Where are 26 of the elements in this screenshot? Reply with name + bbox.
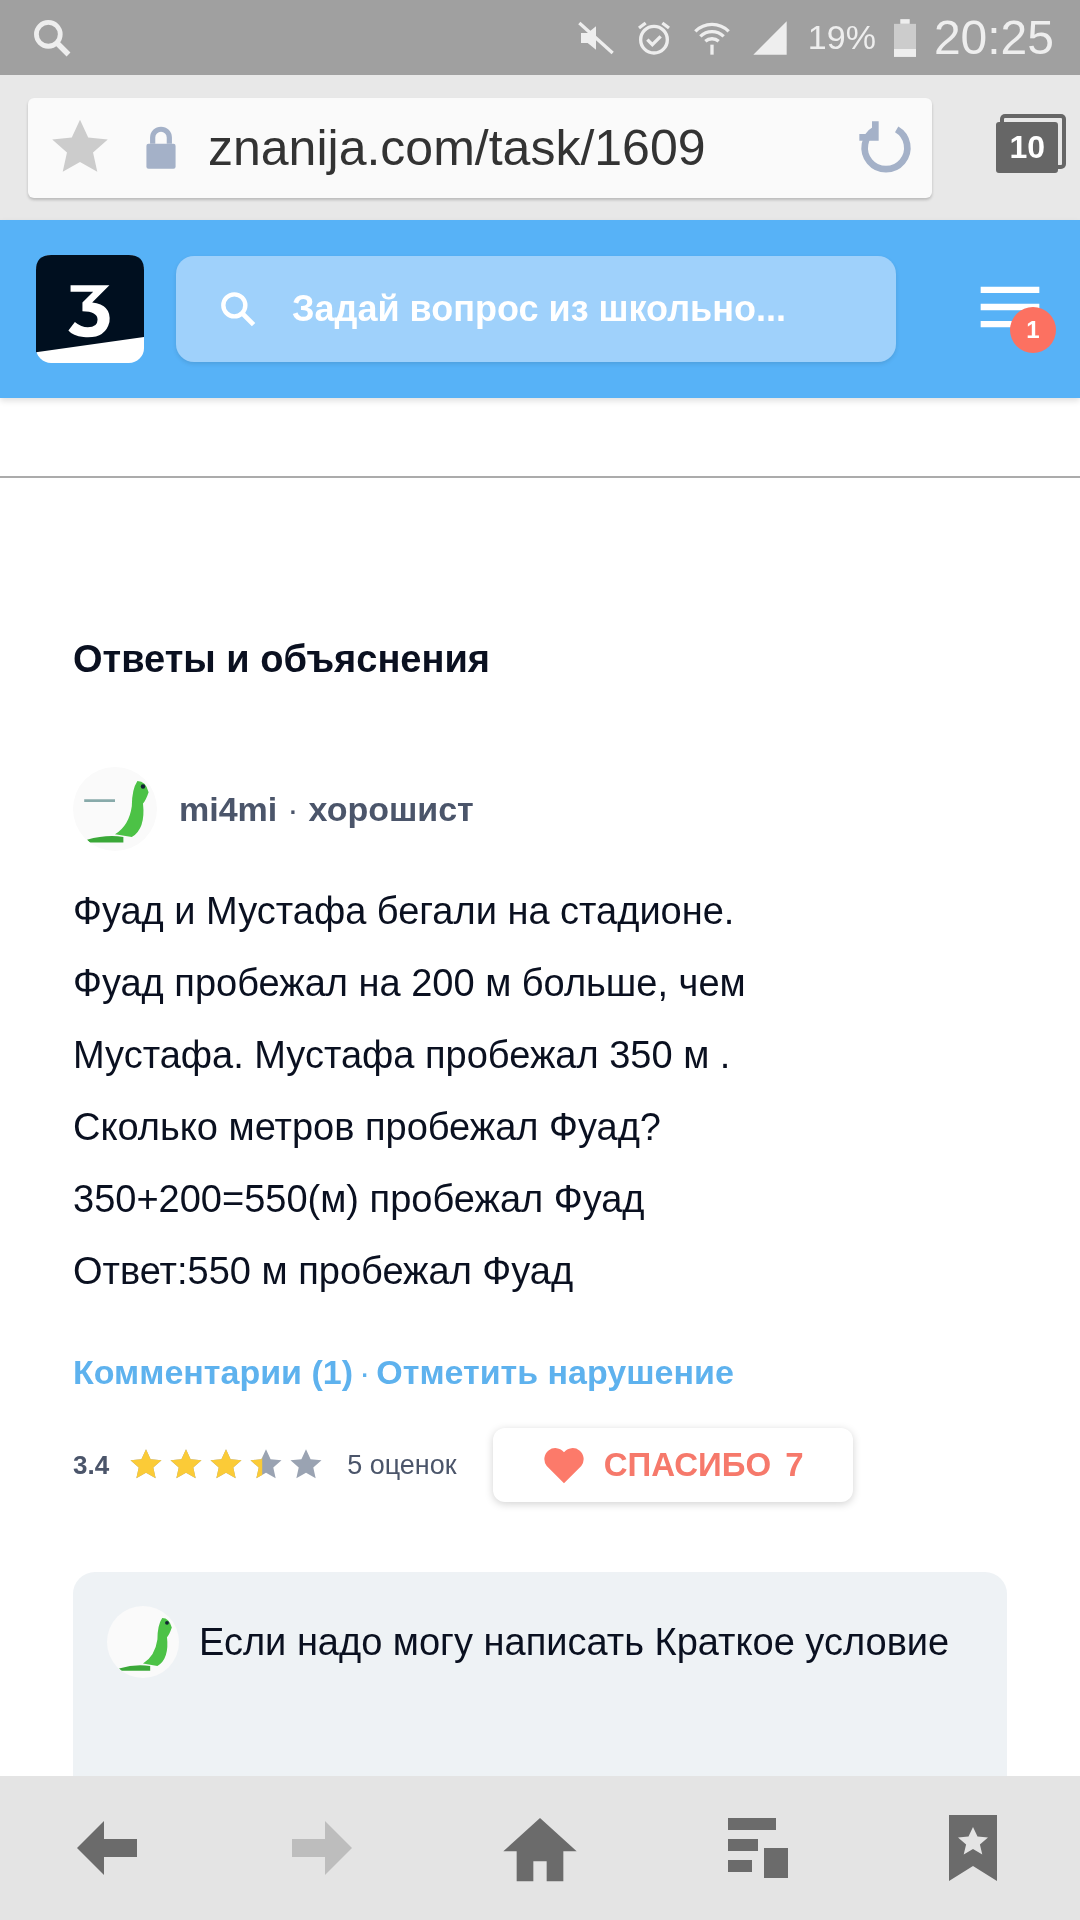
report-link[interactable]: Отметить нарушение <box>376 1353 734 1392</box>
comments-link[interactable]: Комментарии (1) <box>73 1353 353 1392</box>
url-text: znanija.com/task/1609 <box>208 118 707 177</box>
separator: · <box>287 789 299 829</box>
ratings-count: 5 оценок <box>347 1449 457 1481</box>
answer-text: Фуад и Мустафа бегали на стадионе. <box>73 889 736 934</box>
author-name[interactable]: mi4mi <box>179 789 278 829</box>
battery-icon <box>893 17 916 58</box>
answer-text: Фуад пробежал на 200 м больше, чем <box>73 961 747 1006</box>
section-title: Ответы и объяснения <box>73 638 491 681</box>
heart-icon <box>541 1445 586 1485</box>
thanks-button[interactable]: СПАСИБО 7 <box>492 1428 853 1502</box>
notification-badge: 1 <box>1010 307 1056 353</box>
search-field[interactable]: Задай вопрос из школьно... <box>176 256 896 362</box>
logo-icon[interactable] <box>36 255 144 363</box>
answer-text: 350+200=550(м) пробежал Фуад <box>73 1177 646 1222</box>
answer-text: Мустафа. Мустафа пробежал 350 м . <box>73 1033 732 1078</box>
clock: 20:25 <box>933 10 1054 65</box>
answer-text: Сколько метров пробежал Фуад? <box>73 1105 662 1150</box>
comment-text: Если надо могу написать Краткое условие <box>199 1620 950 1665</box>
separator: · <box>358 1353 371 1392</box>
address-bar[interactable]: znanija.com/task/1609 <box>28 97 932 198</box>
answer-text: Ответ:550 м пробежал Фуад <box>73 1249 575 1294</box>
rating-value: 3.4 <box>73 1449 110 1481</box>
battery-percent: 19% <box>807 18 876 57</box>
author-rank: хорошист <box>308 789 474 829</box>
